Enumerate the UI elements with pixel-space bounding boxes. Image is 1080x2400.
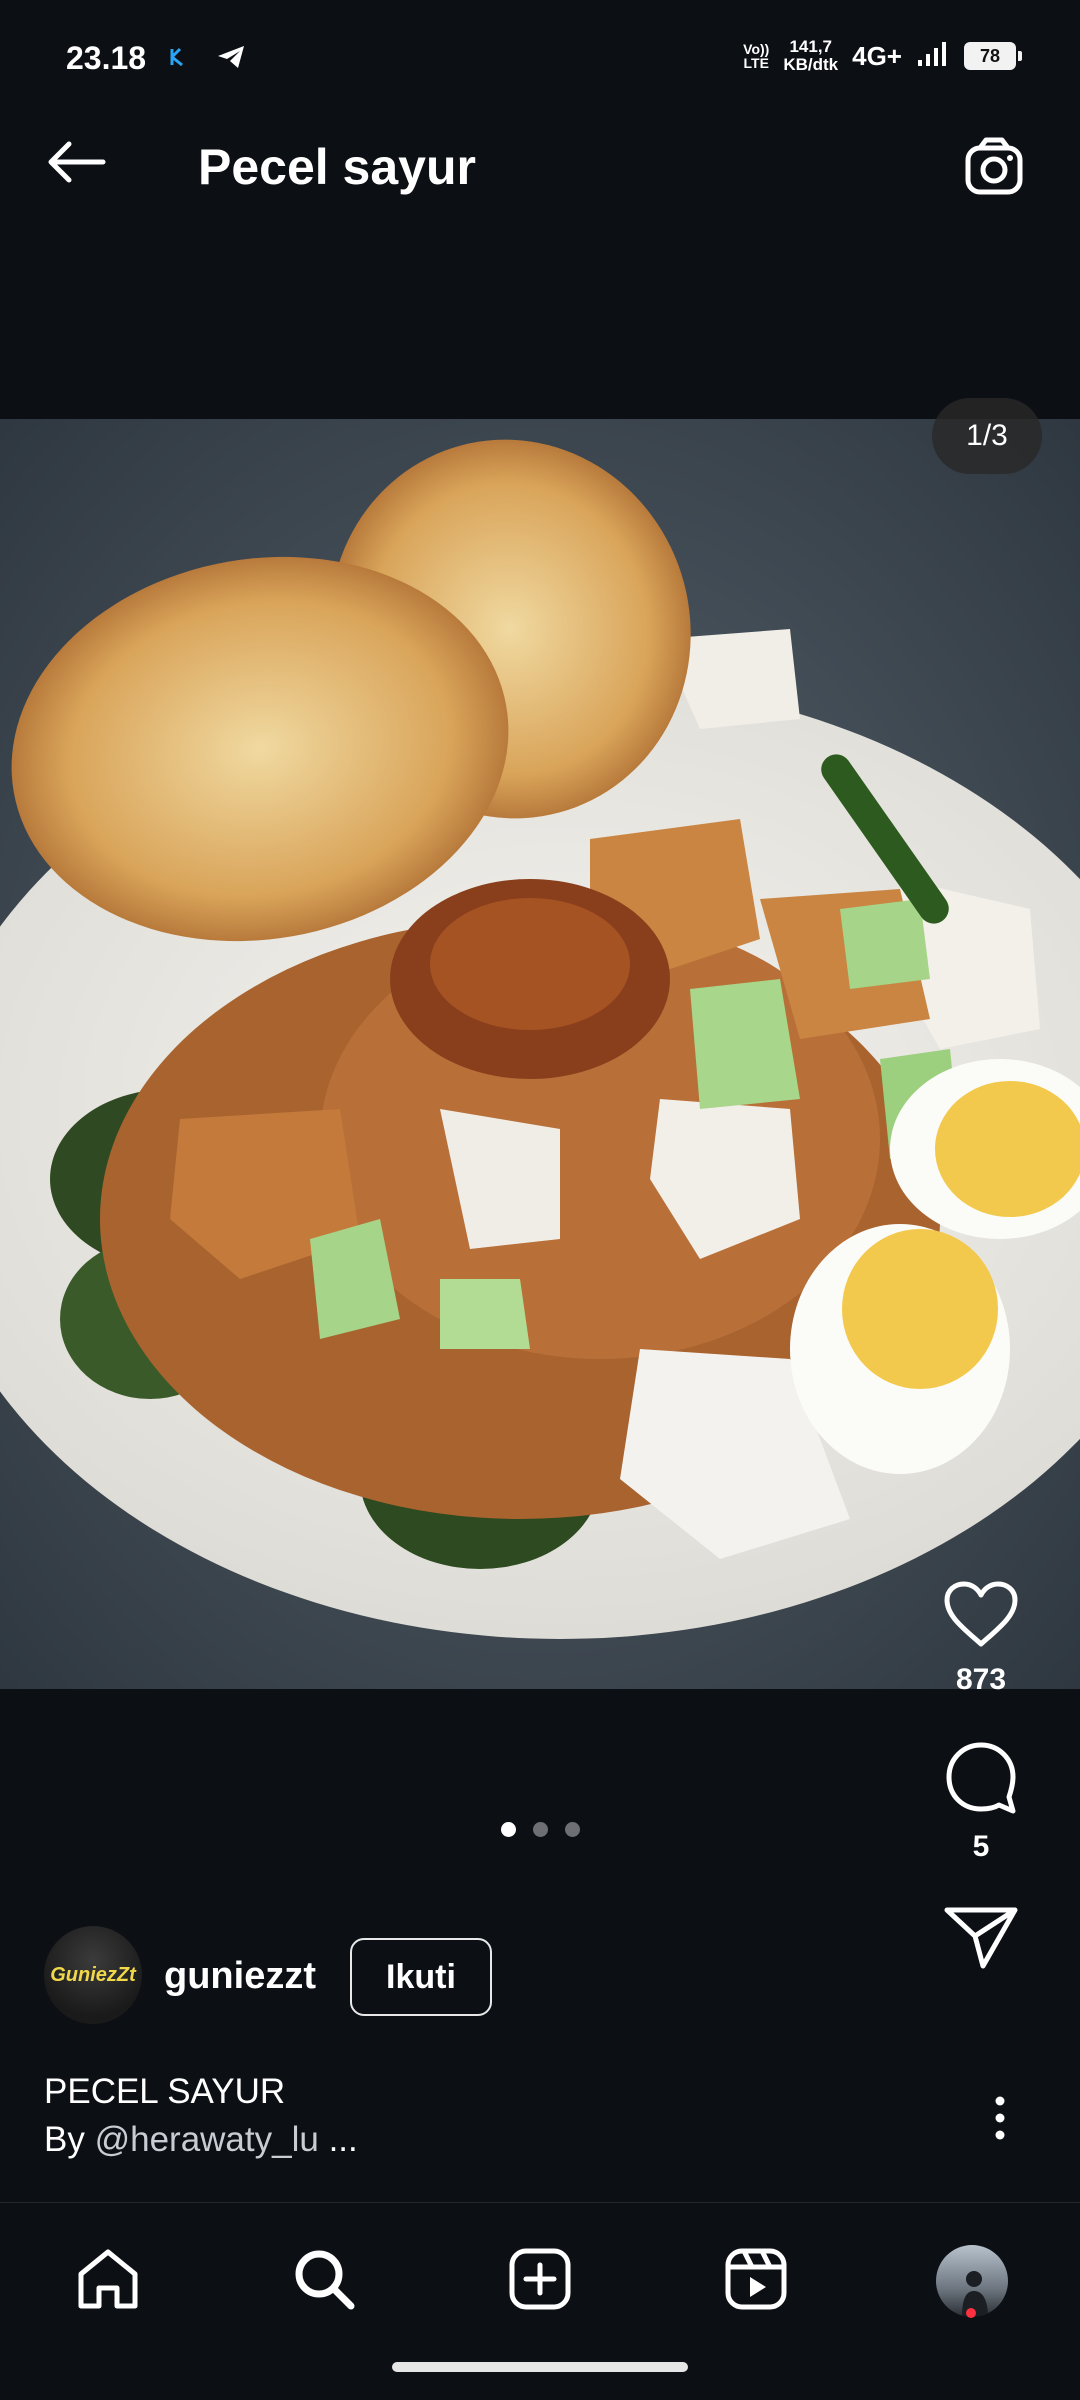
post-photo[interactable] — [0, 419, 1080, 1689]
camera-icon — [964, 136, 1028, 201]
profile-avatar — [936, 2245, 1008, 2317]
search-icon — [291, 2246, 357, 2317]
home-icon — [75, 2246, 141, 2317]
nav-create[interactable] — [490, 2231, 590, 2331]
share-button[interactable] — [916, 1904, 1046, 1975]
network-speed: 141,7 KB/dtk — [783, 37, 839, 74]
camera-button[interactable] — [960, 132, 1032, 204]
carousel-dots — [0, 1822, 1080, 1837]
status-bar: 23.18 Vo)) LTE 141,7 KB/dtk 4G+ 78 — [0, 0, 1080, 92]
signal-icon — [916, 40, 950, 73]
more-vertical-icon — [994, 2095, 1006, 2146]
carousel-dot — [564, 1822, 580, 1837]
volte-indicator: Vo)) LTE — [743, 41, 770, 71]
avatar-logo-text: GuniezZt — [50, 1963, 136, 1986]
image-counter-badge: 1/3 — [932, 398, 1042, 474]
like-count: 873 — [955, 1663, 1007, 1696]
food-photo-illustration — [0, 419, 1080, 1689]
carousel-dot-active — [500, 1822, 516, 1837]
create-icon — [508, 2247, 572, 2316]
carousel-dot — [532, 1822, 548, 1837]
telegram-icon — [216, 44, 246, 75]
nav-home[interactable] — [58, 2231, 158, 2331]
header: Pecel sayur — [0, 92, 1080, 252]
caption-title: PECEL SAYUR — [44, 2072, 286, 2111]
more-options-button[interactable] — [980, 2090, 1020, 2150]
nav-search[interactable] — [274, 2231, 374, 2331]
like-button[interactable]: 873 — [916, 1580, 1046, 1697]
comment-icon — [943, 1739, 1019, 1820]
reels-icon — [724, 2247, 788, 2316]
back-button[interactable] — [40, 132, 112, 196]
side-actions: 873 5 — [916, 1580, 1046, 1975]
home-indicator[interactable] — [392, 2362, 688, 2372]
follow-button[interactable]: Ikuti — [350, 1938, 492, 2016]
heart-icon — [943, 1580, 1019, 1653]
kb-app-icon — [168, 46, 190, 73]
page-title: Pecel sayur — [198, 139, 476, 195]
caption-text[interactable]: By @herawaty_lu ... — [44, 2120, 358, 2160]
send-icon — [943, 1904, 1019, 1975]
network-type: 4G+ — [852, 40, 902, 71]
battery-indicator: 78 — [964, 42, 1022, 70]
caption-mention[interactable]: @herawaty_lu — [95, 2120, 319, 2159]
notification-dot — [966, 2308, 976, 2318]
nav-reels[interactable] — [706, 2231, 806, 2331]
arrow-left-icon — [45, 140, 107, 189]
status-time: 23.18 — [66, 40, 147, 76]
author-username[interactable]: guniezzt — [164, 1955, 316, 1998]
author-avatar[interactable]: GuniezZt — [44, 1926, 142, 2024]
comment-button[interactable]: 5 — [916, 1739, 1046, 1864]
